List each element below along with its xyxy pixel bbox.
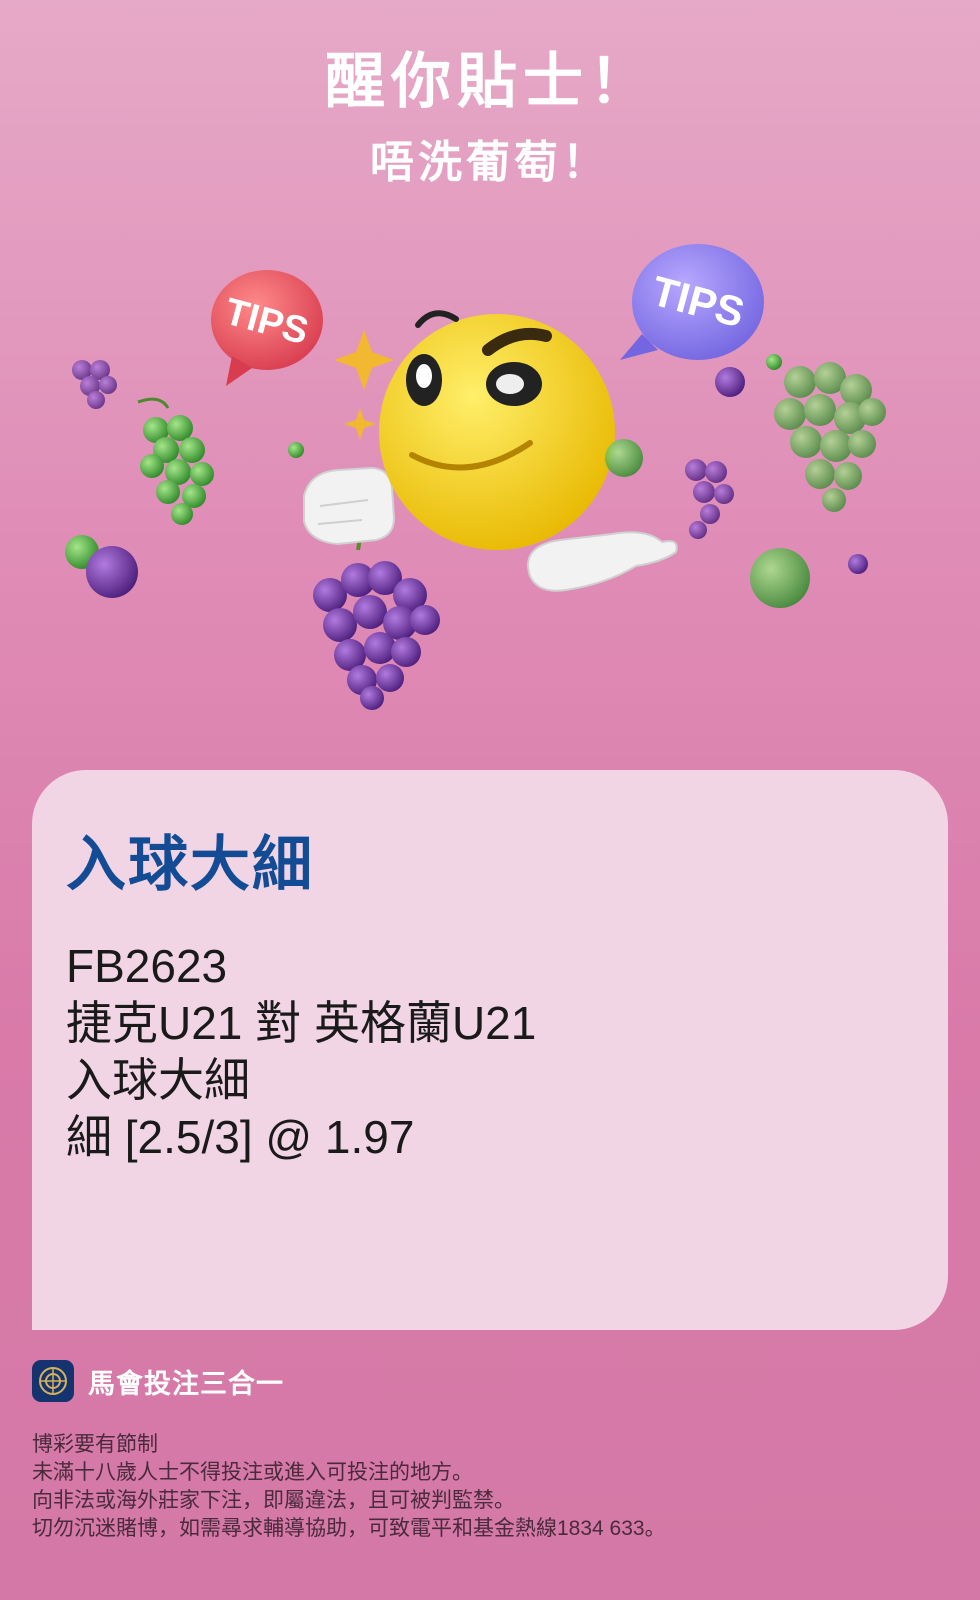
brand-name: 馬會投注三合一 [88, 1368, 284, 1399]
hkjc-logo-icon [32, 1360, 74, 1402]
match-teams: 捷克U21 對 英格蘭U21 [66, 997, 537, 1049]
green-berry-bottom-right-icon [750, 548, 810, 608]
bet-type: 入球大細 [66, 1054, 250, 1106]
tip-card-title: 入球大細 [66, 831, 314, 898]
glove-open-hand-icon [527, 531, 678, 592]
smiley-face-icon [379, 310, 615, 550]
purple-berry-icon [86, 546, 138, 598]
hero-illustration: TIPS TIPS [65, 244, 886, 710]
tips-bubble-purple-icon: TIPS [620, 244, 764, 360]
tip-card: 入球大細 FB2623 捷克U21 對 英格蘭U21 入球大細 細 [2.5/3… [32, 770, 948, 1330]
header: 醒你貼士！ 唔洗葡萄！ [0, 40, 980, 198]
bet-selection-odds: 細 [2.5/3] @ 1.97 [66, 1111, 415, 1163]
tip-details: FB2623 捷克U21 對 英格蘭U21 入球大細 細 [2.5/3] @ 1… [66, 938, 536, 1166]
grapes-purple-center-icon [313, 518, 440, 710]
green-berry-mid-icon [605, 439, 643, 477]
page-subtitle: 唔洗葡萄！ [370, 138, 610, 187]
purple-berry-right-icon [715, 367, 745, 397]
disclaimer-line: 博彩要有節制 [32, 1433, 158, 1456]
tips-bubble-red-icon: TIPS [211, 270, 323, 386]
grapes-green-right-icon [774, 362, 886, 512]
page-title: 醒你貼士！ [325, 48, 655, 115]
purple-berry-far-right-icon [848, 554, 868, 574]
green-berry-right-small-icon [766, 354, 782, 370]
disclaimer-line: 未滿十八歲人士不得投注或進入可投注的地方。 [32, 1461, 473, 1484]
brand: 馬會投注三合一 [32, 1360, 284, 1402]
green-berry-small-icon [288, 442, 304, 458]
disclaimer-line: 切勿沉迷賭博，如需尋求輔導協助，可致電平和基金熱線1834 633。 [32, 1517, 666, 1540]
disclaimer-line: 向非法或海外莊家下注，即屬違法，且可被判監禁。 [32, 1489, 515, 1512]
grapes-purple-right-icon [685, 459, 734, 539]
match-code: FB2623 [66, 940, 228, 992]
glove-fist-icon [303, 466, 396, 546]
grapes-green-left-icon [137, 397, 214, 525]
grapes-small-left-icon [72, 360, 117, 409]
responsible-gambling-disclaimer: 博彩要有節制 未滿十八歲人士不得投注或進入可投注的地方。 向非法或海外莊家下注，… [32, 1431, 666, 1543]
